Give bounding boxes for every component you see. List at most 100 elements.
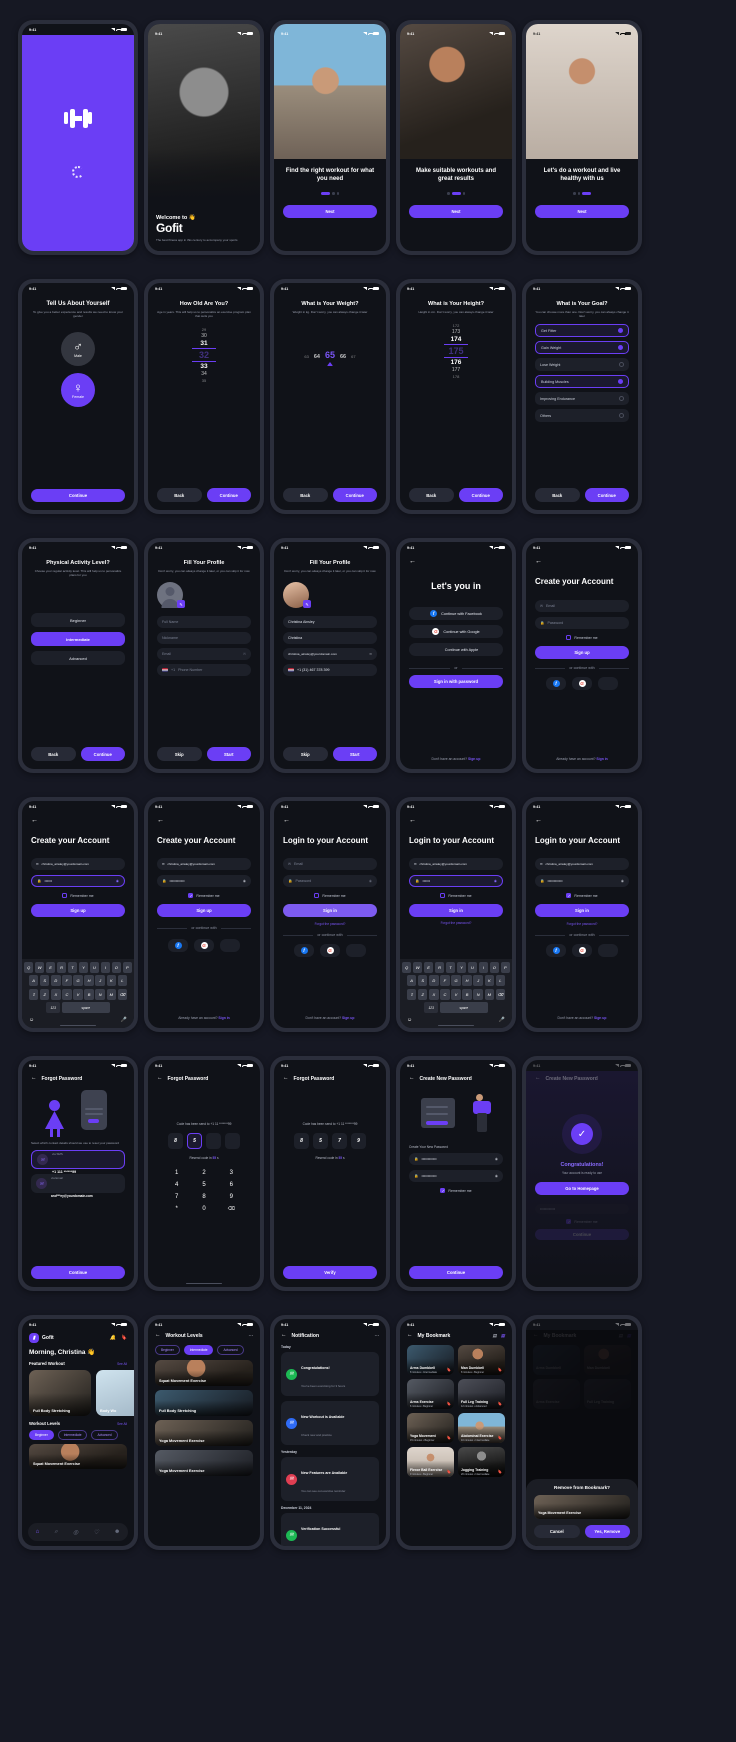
back-button-icon[interactable]: ← — [155, 1333, 161, 1339]
otp-digit[interactable] — [225, 1133, 240, 1149]
eye-icon[interactable]: ◉ — [369, 879, 372, 883]
email-input[interactable]: ✉ Email — [535, 600, 629, 613]
bookmark-card[interactable]: Jogging Training 20 minutes • Intermediat… — [458, 1447, 505, 1477]
age-back-button[interactable]: Back — [157, 488, 202, 502]
checkbox-icon[interactable] — [440, 893, 446, 899]
go-homepage-button[interactable]: Go to Homepage — [535, 1182, 629, 1196]
tab-search-icon[interactable]: ⌕ — [54, 1529, 57, 1536]
password-input[interactable]: 🔒 •••••••••••• ◉ — [535, 875, 629, 888]
keypad-key[interactable]: * — [163, 1206, 190, 1212]
otp-input-group[interactable]: 8 5 — [157, 1133, 251, 1149]
back-button-icon[interactable]: ← — [535, 558, 629, 565]
otp-input-group[interactable]: 8 5 7 9 — [283, 1133, 377, 1149]
continue-apple-button[interactable]: Continue with Apple — [409, 643, 503, 656]
backspace-key[interactable]: ⌫ — [117, 988, 128, 1000]
eye-off-icon[interactable]: ◉ — [243, 879, 246, 883]
activity-continue-button[interactable]: Continue — [80, 747, 125, 761]
featured-card[interactable]: Body Wo — [96, 1370, 134, 1416]
keypad-key[interactable]: 6 — [218, 1182, 245, 1188]
activity-level-beginner[interactable]: Beginner — [31, 613, 125, 628]
checkbox-icon[interactable]: ✓ — [188, 893, 194, 899]
more-options-icon[interactable]: ⋯ — [248, 1333, 253, 1339]
notification-item[interactable]: ✉ New Workout is Available Check new and … — [281, 1401, 379, 1445]
signin-button[interactable]: Sign in — [283, 904, 377, 918]
more-options-icon[interactable]: ⋯ — [374, 1333, 379, 1339]
backspace-key[interactable]: ⌫ — [495, 988, 506, 1000]
notification-item[interactable]: ✉ Verification Successful Account verific… — [281, 1513, 379, 1546]
remember-me-row[interactable]: Remember me — [283, 893, 377, 899]
on-screen-keyboard[interactable]: QWERTYUIOP ASDFGHJKL ⇧ Z X C V B N M ⌫ 123 space … — [22, 959, 134, 1028]
signup-button[interactable]: Sign up — [31, 904, 125, 918]
google-button[interactable]: G — [572, 944, 592, 958]
back-button-icon[interactable]: ← — [407, 1333, 413, 1339]
edit-avatar-icon[interactable]: ✎ — [303, 600, 311, 609]
edit-avatar-icon[interactable]: ✎ — [177, 600, 185, 609]
onboarding-2-pager[interactable] — [400, 192, 512, 195]
facebook-button[interactable]: f — [294, 944, 314, 958]
keypad-key[interactable]: 4 — [163, 1182, 190, 1188]
eye-icon[interactable]: ◉ — [494, 879, 497, 883]
confirm-remove-button[interactable]: Yes, Remove — [584, 1525, 630, 1538]
back-button-icon[interactable]: ← — [157, 817, 251, 824]
height-value[interactable]: 172 — [453, 323, 460, 328]
bookmark-card[interactable]: Abdominal Exercise 10 minutes • Intermedi… — [458, 1413, 505, 1443]
grid-view-icon[interactable]: ▦ — [501, 1333, 505, 1339]
age-continue-button[interactable]: Continue — [206, 488, 251, 502]
forgot-password-link[interactable]: Forgot the password? — [409, 921, 503, 925]
back-button-icon[interactable]: ← — [409, 558, 503, 565]
profile-skip-button[interactable]: Skip — [157, 747, 202, 761]
keypad-key[interactable]: 0 — [190, 1206, 217, 1212]
bookmark-card[interactable]: Man Dumbbell 8 minutes • Beginner 🔖 — [458, 1345, 505, 1375]
continue-google-button[interactable]: G Continue with Google — [409, 625, 503, 638]
bookmark-card[interactable]: Flexor Ball Exercise 9 minutes • Beginner… — [407, 1447, 454, 1477]
height-back-button[interactable]: Back — [409, 488, 454, 502]
remember-me-row[interactable]: Remember me — [409, 893, 503, 899]
onboarding-1-next-button[interactable]: Next — [283, 204, 377, 218]
weight-selected-value[interactable]: 65 — [325, 350, 335, 360]
workout-card[interactable]: Yoga Movement Exercise — [155, 1420, 253, 1446]
bookmark-icon[interactable]: 🔖 — [497, 1469, 502, 1474]
full-name-field[interactable]: Full Name — [157, 616, 251, 629]
avatar-placeholder[interactable]: ✎ — [157, 582, 185, 609]
full-name-field[interactable]: Christina Ainsley — [283, 616, 377, 629]
contact-option-email[interactable]: ✉ via Email and***ey@yourdomain.com — [31, 1174, 125, 1198]
bookmark-icon[interactable]: 🔖 — [497, 1401, 502, 1406]
facebook-button[interactable]: f — [546, 677, 566, 691]
workout-card[interactable]: Squat Movement Exercise — [155, 1360, 253, 1386]
bookmark-icon[interactable]: 🔖 — [497, 1435, 502, 1440]
signin-button[interactable]: Sign in — [409, 904, 503, 918]
bookmark-card[interactable]: Full Leg Training 12 minutes • Advanced 🔖 — [458, 1379, 505, 1409]
notification-bell-icon[interactable]: 🔔 — [110, 1335, 116, 1341]
numbers-key[interactable]: 123 — [424, 1002, 439, 1014]
apple-button[interactable]:  — [598, 677, 618, 691]
onboarding-2-next-button[interactable]: Next — [409, 204, 503, 218]
height-value[interactable]: 173 — [452, 329, 460, 335]
numeric-keypad[interactable]: 1 2 3 4 5 6 7 8 9 * 0 ⌫ — [163, 1170, 245, 1212]
list-view-icon[interactable]: ▤ — [492, 1333, 496, 1339]
check-icon[interactable] — [619, 396, 624, 402]
otp-digit[interactable]: 5 — [187, 1133, 202, 1149]
keypad-key[interactable]: 1 — [163, 1170, 190, 1176]
age-selected-value[interactable]: 32 — [199, 350, 209, 360]
signin-link[interactable]: Sign in — [596, 757, 607, 761]
weight-value[interactable]: 64 — [314, 354, 320, 360]
activity-level-intermediate[interactable]: Intermediate — [31, 632, 125, 647]
back-button-icon[interactable]: ← — [535, 1076, 541, 1082]
weight-value[interactable]: 67 — [351, 354, 355, 359]
otp-digit[interactable]: 5 — [313, 1133, 328, 1149]
check-icon[interactable] — [618, 328, 623, 334]
weight-picker[interactable]: 63 64 65 66 67 — [283, 350, 377, 360]
keypad-key[interactable]: 7 — [163, 1194, 190, 1200]
forgot-password-link[interactable]: Forgot the password? — [283, 922, 377, 926]
avatar-photo[interactable]: ✎ — [283, 582, 311, 609]
signin-link[interactable]: Sign in — [218, 1016, 229, 1020]
remember-me-row[interactable]: ✓ Remember me — [535, 893, 629, 899]
remember-me-row[interactable]: ✓ Remember me — [409, 1188, 503, 1193]
checkbox-icon[interactable] — [566, 635, 572, 641]
email-input[interactable]: ✉ christina_ainsley@yourdomain.com — [409, 858, 503, 871]
bookmark-icon[interactable]: 🔖 — [497, 1367, 502, 1372]
chip-intermediate[interactable]: Intermediate — [57, 1430, 88, 1440]
password-input[interactable]: 🔒 Password — [535, 617, 629, 630]
signup-link[interactable]: Sign up — [342, 1016, 354, 1020]
cancel-button[interactable]: Cancel — [534, 1525, 580, 1538]
